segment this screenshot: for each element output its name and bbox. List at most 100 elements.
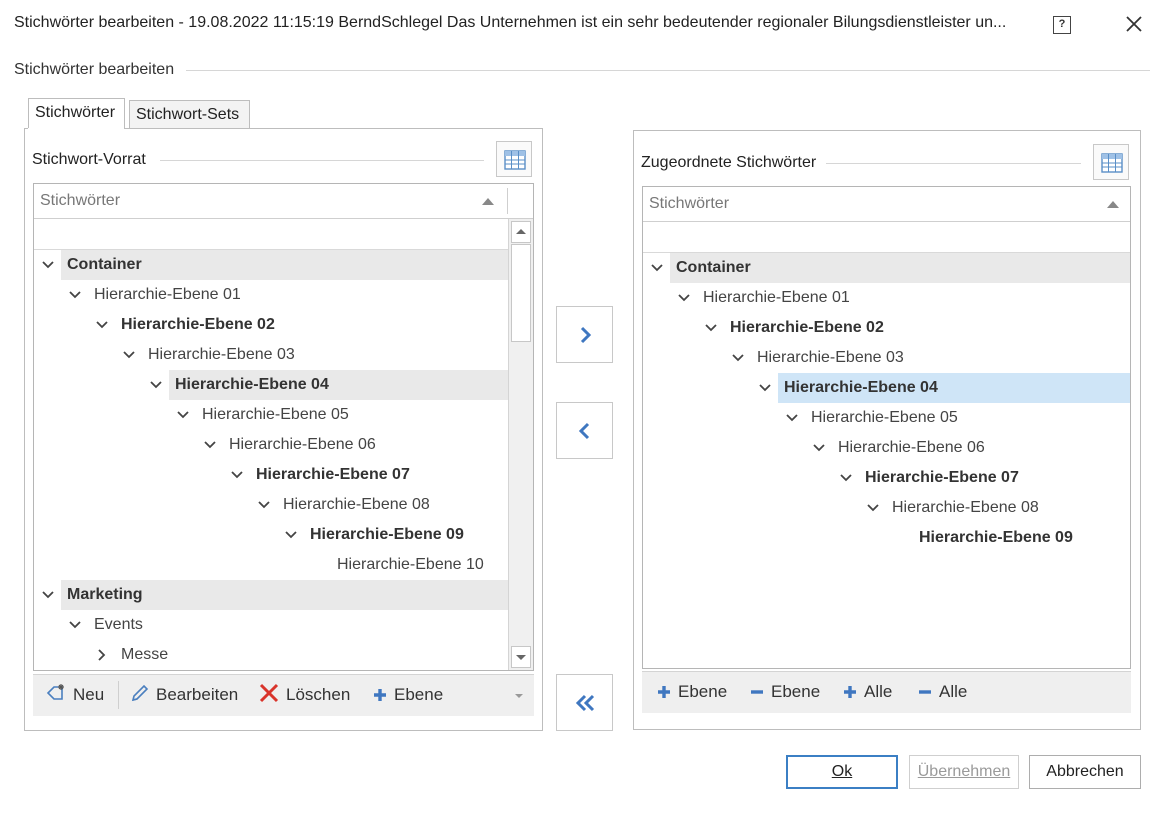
chevron-down-icon[interactable]	[95, 318, 109, 332]
tree-row-label: Hierarchie-Ebene 07	[256, 466, 410, 483]
chevron-down-icon[interactable]	[785, 411, 799, 425]
tree-row[interactable]: Hierarchie-Ebene 02	[643, 313, 1130, 343]
scroll-up-button[interactable]	[511, 221, 531, 243]
chevron-down-icon[interactable]	[122, 348, 136, 362]
ok-button[interactable]: Ok	[786, 755, 898, 789]
tree-row[interactable]: Hierarchie-Ebene 01	[643, 283, 1130, 313]
right-filter-row[interactable]	[643, 222, 1130, 253]
add-level-button[interactable]: Ebene	[372, 675, 443, 715]
chevron-down-icon[interactable]	[731, 351, 745, 365]
tree-row[interactable]: Hierarchie-Ebene 09	[643, 523, 1130, 553]
remove-all-keywords-button[interactable]	[556, 674, 613, 731]
plus-icon	[658, 686, 670, 698]
scroll-up-icon	[516, 229, 526, 234]
cancel-button-label: Abbrechen	[1046, 763, 1124, 780]
chevron-down-icon[interactable]	[68, 618, 82, 632]
tree-row-label: Hierarchie-Ebene 09	[919, 529, 1073, 546]
tree-row[interactable]: Marketing	[34, 580, 508, 610]
right-column-chooser-button[interactable]	[1093, 144, 1129, 180]
chevron-down-icon[interactable]	[866, 501, 880, 515]
scroll-down-icon	[516, 655, 526, 660]
left-column-chooser-button[interactable]	[496, 141, 532, 177]
left-column-header[interactable]: Stichwörter	[34, 184, 533, 219]
tab-stichwort-sets[interactable]: Stichwort-Sets	[129, 100, 250, 130]
tree-row[interactable]: Hierarchie-Ebene 07	[643, 463, 1130, 493]
scroll-thumb[interactable]	[511, 244, 531, 342]
expand-level-button[interactable]: Ebene	[656, 672, 727, 712]
sort-ascending-icon	[482, 198, 494, 205]
tree-row-label: Hierarchie-Ebene 03	[757, 349, 904, 366]
collapse-level-label: Ebene	[771, 682, 821, 701]
chevron-down-icon[interactable]	[650, 261, 664, 275]
tree-row[interactable]: Container	[643, 253, 1130, 283]
right-keyword-tree: Stichwörter Container Hierarchie-Ebene 01…	[642, 186, 1131, 669]
new-button[interactable]: Neu	[45, 675, 104, 715]
help-icon[interactable]: ?	[1053, 16, 1071, 34]
chevron-down-icon[interactable]	[839, 471, 853, 485]
table-icon	[504, 150, 526, 170]
delete-button[interactable]: Löschen	[258, 675, 350, 715]
chevron-down-icon[interactable]	[68, 288, 82, 302]
chevron-down-icon[interactable]	[677, 291, 691, 305]
left-toolbar: Neu Bearbeiten Löschen Ebene	[33, 674, 534, 716]
add-keyword-button[interactable]	[556, 306, 613, 363]
chevron-left-icon	[578, 422, 590, 440]
chevron-down-icon[interactable]	[758, 381, 772, 395]
chevron-down-icon[interactable]	[41, 258, 55, 272]
apply-button-label: Übernehmen	[917, 763, 1011, 780]
chevron-down-icon[interactable]	[704, 321, 718, 335]
chevron-down-icon[interactable]	[812, 441, 826, 455]
tab-stichwoerter[interactable]: Stichwörter	[28, 98, 125, 129]
plus-icon	[374, 689, 386, 701]
chevron-down-icon[interactable]	[176, 408, 190, 422]
tree-row[interactable]: Hierarchie-Ebene 02	[34, 310, 508, 340]
chevron-down-icon[interactable]	[203, 438, 217, 452]
close-icon[interactable]	[1120, 10, 1148, 38]
tree-row[interactable]: Hierarchie-Ebene 04	[34, 370, 508, 400]
tree-row[interactable]: Hierarchie-Ebene 04	[643, 373, 1130, 403]
expand-all-button[interactable]: Alle	[842, 672, 892, 712]
chevron-down-icon[interactable]	[41, 588, 55, 602]
tree-row[interactable]: Events	[34, 610, 508, 640]
left-filter-row[interactable]	[34, 219, 533, 250]
tree-row[interactable]: Container	[34, 250, 508, 280]
tree-row-label: Messe	[121, 646, 169, 663]
cancel-button[interactable]: Abbrechen	[1029, 755, 1141, 789]
tree-row[interactable]: Hierarchie-Ebene 01	[34, 280, 508, 310]
apply-button[interactable]: Übernehmen	[909, 755, 1019, 789]
collapse-level-button[interactable]: Ebene	[749, 672, 820, 712]
right-column-header[interactable]: Stichwörter	[643, 187, 1130, 222]
window-title: Stichwörter bearbeiten - 19.08.2022 11:1…	[14, 14, 1007, 31]
left-section-label: Stichwort-Vorrat	[32, 151, 146, 168]
tree-row[interactable]: Hierarchie-Ebene 05	[643, 403, 1130, 433]
chevron-down-icon[interactable]	[230, 468, 244, 482]
chevron-right-icon[interactable]	[95, 648, 109, 662]
left-scrollbar[interactable]	[508, 219, 533, 670]
tree-row[interactable]: Hierarchie-Ebene 10	[34, 550, 508, 580]
tree-row-label: Hierarchie-Ebene 01	[703, 289, 850, 306]
new-button-label: Neu	[73, 685, 105, 704]
chevron-down-icon[interactable]	[284, 528, 298, 542]
tree-row[interactable]: Hierarchie-Ebene 08	[34, 490, 508, 520]
toolbar-overflow-icon[interactable]	[513, 692, 525, 700]
tree-row-label: Hierarchie-Ebene 06	[229, 436, 376, 453]
tree-row[interactable]: Hierarchie-Ebene 08	[643, 493, 1130, 523]
toolbar-separator	[118, 681, 119, 709]
collapse-all-button[interactable]: Alle	[917, 672, 967, 712]
remove-keyword-button[interactable]	[556, 402, 613, 459]
group-label: Stichwörter bearbeiten	[14, 61, 175, 78]
tree-row[interactable]: Hierarchie-Ebene 06	[643, 433, 1130, 463]
tree-row[interactable]: Hierarchie-Ebene 03	[643, 343, 1130, 373]
tree-row[interactable]: Hierarchie-Ebene 07	[34, 460, 508, 490]
chevron-down-icon[interactable]	[149, 378, 163, 392]
tree-row[interactable]: Messe	[34, 640, 508, 670]
tree-row[interactable]: Hierarchie-Ebene 05	[34, 400, 508, 430]
edit-button[interactable]: Bearbeiten	[130, 675, 238, 715]
chevron-right-icon	[580, 326, 592, 344]
tree-row[interactable]: Hierarchie-Ebene 09	[34, 520, 508, 550]
tree-row[interactable]: Hierarchie-Ebene 06	[34, 430, 508, 460]
title-bar: Stichwörter bearbeiten - 19.08.2022 11:1…	[0, 0, 1170, 50]
tree-row[interactable]: Hierarchie-Ebene 03	[34, 340, 508, 370]
chevron-down-icon[interactable]	[257, 498, 271, 512]
scroll-down-button[interactable]	[511, 646, 531, 668]
